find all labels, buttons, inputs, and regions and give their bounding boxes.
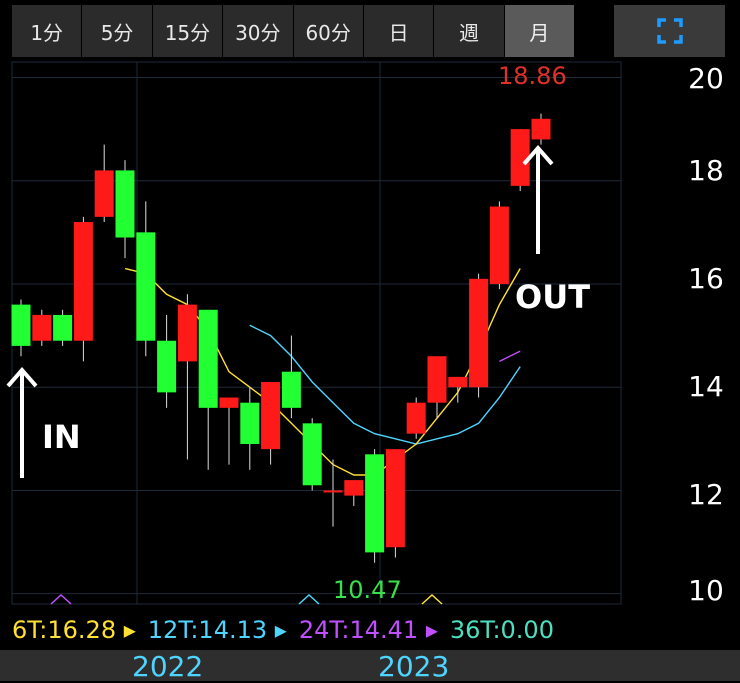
legend-ma6: 6T:16.28 ▸ xyxy=(12,616,136,644)
candle-up xyxy=(510,129,530,186)
x-label-2023: 2023 xyxy=(378,650,450,683)
legend-ma24: 24T:14.41 ▸ xyxy=(298,616,438,644)
low-price-label: 10.47 xyxy=(333,576,402,604)
candle-up xyxy=(427,356,447,403)
candle-up xyxy=(32,314,52,341)
candle-down xyxy=(198,309,218,408)
high-price-label: 18.86 xyxy=(498,62,567,90)
bottom-marker xyxy=(298,593,320,605)
candle-up xyxy=(261,382,281,450)
candle-up xyxy=(73,222,93,341)
y-tick-18: 18 xyxy=(688,154,724,187)
candle-up xyxy=(406,402,426,434)
x-label-2022: 2022 xyxy=(132,650,204,683)
ma6-line xyxy=(124,267,521,476)
bottom-marker xyxy=(50,593,72,605)
candle-up xyxy=(489,206,509,284)
candle-down xyxy=(302,423,322,486)
candle-up xyxy=(344,480,364,496)
candle-down xyxy=(11,304,31,346)
legend-ma36: 36T:0.00 xyxy=(449,616,554,644)
candle-up xyxy=(323,490,343,493)
ma24-line xyxy=(499,350,521,363)
candle-down xyxy=(281,371,301,408)
candle-down xyxy=(53,314,73,341)
candle-up xyxy=(469,278,489,388)
y-tick-20: 20 xyxy=(688,62,724,95)
candle-down xyxy=(115,170,135,238)
candle-up xyxy=(531,118,551,140)
y-tick-12: 12 xyxy=(688,478,724,511)
candle-up xyxy=(177,304,197,362)
bottom-marker xyxy=(421,593,443,605)
out-label: OUT xyxy=(515,278,591,316)
y-tick-10: 10 xyxy=(688,574,724,607)
legend-ma12: 12T:14.13 ▸ xyxy=(147,616,287,644)
y-tick-14: 14 xyxy=(688,370,724,403)
candle-down xyxy=(157,340,177,393)
candle-down xyxy=(240,402,260,444)
in-label: IN xyxy=(42,418,81,456)
candle-up xyxy=(219,397,239,408)
candle-down xyxy=(365,454,385,553)
x-axis-bar xyxy=(0,650,740,681)
candle-up xyxy=(448,376,468,388)
candle-up xyxy=(385,449,405,548)
ma-legend: 6T:16.28 ▸ 12T:14.13 ▸ 24T:14.41 ▸ 36T:0… xyxy=(0,612,640,648)
candle-down xyxy=(136,232,156,341)
y-tick-16: 16 xyxy=(688,262,724,295)
candle-up xyxy=(94,170,114,217)
